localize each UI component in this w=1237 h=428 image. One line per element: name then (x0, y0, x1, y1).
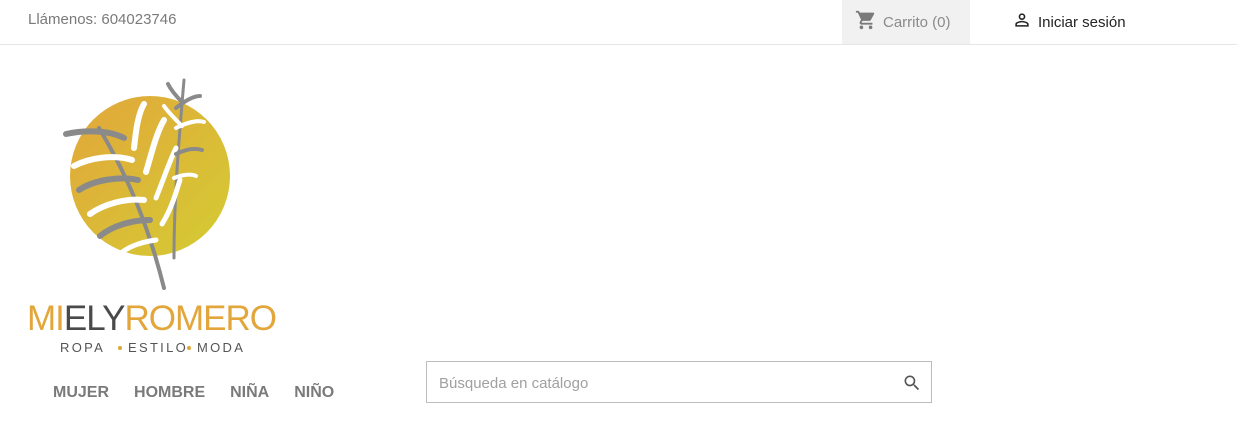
cart-label: Carrito (0) (883, 13, 951, 31)
user-icon (1012, 10, 1038, 34)
svg-text:ESTILO: ESTILO (128, 340, 188, 355)
nav-item-hombre[interactable]: HOMBRE (134, 384, 205, 402)
search-input[interactable] (437, 363, 881, 403)
phone-number: Llámenos: 604023746 (28, 11, 177, 28)
search-box (426, 361, 932, 403)
cart-button[interactable]: Carrito (0) (842, 0, 970, 44)
svg-text:MODA: MODA (197, 340, 245, 355)
logo-tagline: ROPA ESTILO MODA (60, 340, 245, 355)
login-label: Iniciar sesión (1038, 13, 1126, 31)
top-bar: Llámenos: 604023746 Carrito (0) Iniciar … (0, 0, 1237, 45)
svg-text:ROPA: ROPA (60, 340, 105, 355)
logo-sun (70, 96, 230, 256)
logo-wordmark: MIELYROMERO (27, 299, 276, 338)
main-nav: MUJER HOMBRE NIÑA NIÑO (53, 384, 334, 402)
store-logo[interactable]: MIELYROMERO ROPA ESTILO MODA (24, 68, 289, 363)
nav-item-mujer[interactable]: MUJER (53, 384, 109, 402)
search-icon[interactable] (902, 373, 922, 398)
nav-item-nino[interactable]: NIÑO (294, 384, 334, 402)
login-link[interactable]: Iniciar sesión (1012, 0, 1126, 44)
nav-item-nina[interactable]: NIÑA (230, 384, 269, 402)
cart-icon (855, 9, 883, 35)
